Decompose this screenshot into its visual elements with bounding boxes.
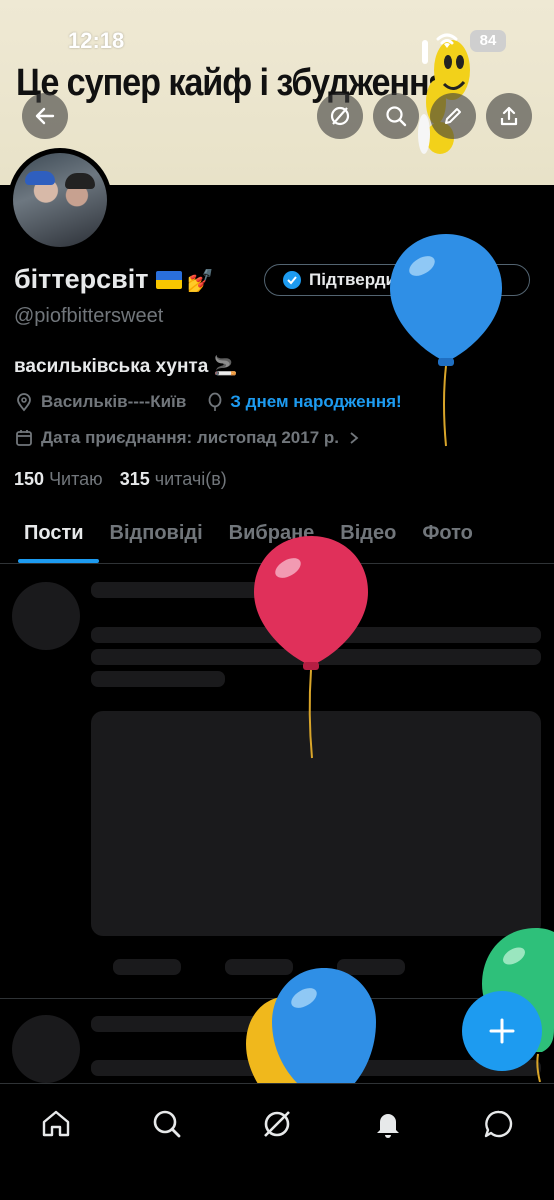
compose-post-button[interactable] [462, 991, 542, 1071]
display-name-row: біттерсвіт 💅 [14, 264, 214, 295]
pencil-icon [445, 108, 461, 124]
back-arrow-icon [35, 107, 55, 125]
location-pin-icon [17, 393, 31, 412]
following-link[interactable]: 150 Читаю [14, 469, 103, 489]
wifi-icon [436, 33, 458, 48]
balloon-icon [208, 392, 222, 411]
nav-notifications[interactable] [368, 1104, 408, 1144]
avatar-photo [13, 153, 107, 247]
nav-home[interactable] [36, 1104, 76, 1144]
notifications-icon [377, 1114, 399, 1138]
messages-icon [484, 1110, 513, 1138]
blue-balloon-icon [390, 234, 502, 447]
search-button[interactable] [373, 93, 419, 139]
join-date-text: Дата приєднання: листопад 2017 р. [41, 428, 339, 447]
nav-messages[interactable] [479, 1104, 519, 1144]
avatar[interactable] [8, 148, 112, 252]
followers-link[interactable]: 315 читачі(в) [120, 469, 227, 489]
verified-badge-icon [283, 271, 301, 289]
edit-button[interactable] [430, 93, 476, 139]
following-count: 150 [14, 469, 45, 489]
blue-balloon-icon [272, 968, 376, 1084]
back-button[interactable] [22, 93, 68, 139]
home-icon [42, 1110, 70, 1137]
plus-icon [489, 1018, 515, 1044]
bottom-navigation [0, 1083, 554, 1200]
user-handle: @piofbittersweet [14, 305, 164, 327]
ukraine-flag-icon [156, 271, 183, 289]
calendar-icon [16, 430, 32, 446]
search-icon [153, 1110, 181, 1138]
profile-bio: васильківська хунта 🚬 [14, 356, 238, 377]
followers-count: 315 [119, 469, 150, 489]
grok-icon [330, 106, 350, 126]
nav-grok[interactable] [257, 1104, 297, 1144]
share-button[interactable] [486, 93, 532, 139]
nav-search[interactable] [147, 1104, 187, 1144]
red-balloon-icon [254, 536, 368, 759]
following-label: Читаю [49, 469, 103, 489]
grok-icon [264, 1111, 290, 1137]
skeleton-line [91, 1016, 261, 1032]
grok-button[interactable] [317, 93, 363, 139]
tab-posts[interactable]: Пости [24, 512, 84, 563]
status-time: 12:18 [68, 28, 125, 53]
nail-polish-icon: 💅 [186, 268, 214, 293]
status-bar: 12:18 84 [0, 0, 554, 56]
tab-photos[interactable]: Фото [422, 512, 473, 563]
skeleton-action [113, 959, 181, 975]
skeleton-line [91, 671, 225, 687]
active-tab-indicator [18, 559, 99, 563]
search-icon [386, 106, 407, 127]
chevron-right-icon[interactable] [347, 430, 361, 446]
location-text: Васильків----Київ [41, 392, 187, 411]
join-date-row: Дата приєднання: листопад 2017 р. [14, 428, 361, 448]
tab-replies[interactable]: Відповіді [110, 512, 203, 563]
skeleton-line [91, 582, 261, 598]
birthday-link[interactable]: З днем народження! [230, 392, 401, 412]
follow-stats: 150 Читаю 315 читачі(в) [14, 469, 227, 490]
display-name: біттерсвіт [14, 264, 149, 294]
skeleton-avatar [12, 1015, 80, 1083]
share-icon [500, 106, 518, 126]
profile-meta-row: Васильків----Київ З днем народження! [14, 392, 402, 412]
skeleton-avatar [12, 582, 80, 650]
battery-indicator: 84 [470, 30, 506, 52]
followers-label: читачі(в) [154, 469, 227, 489]
